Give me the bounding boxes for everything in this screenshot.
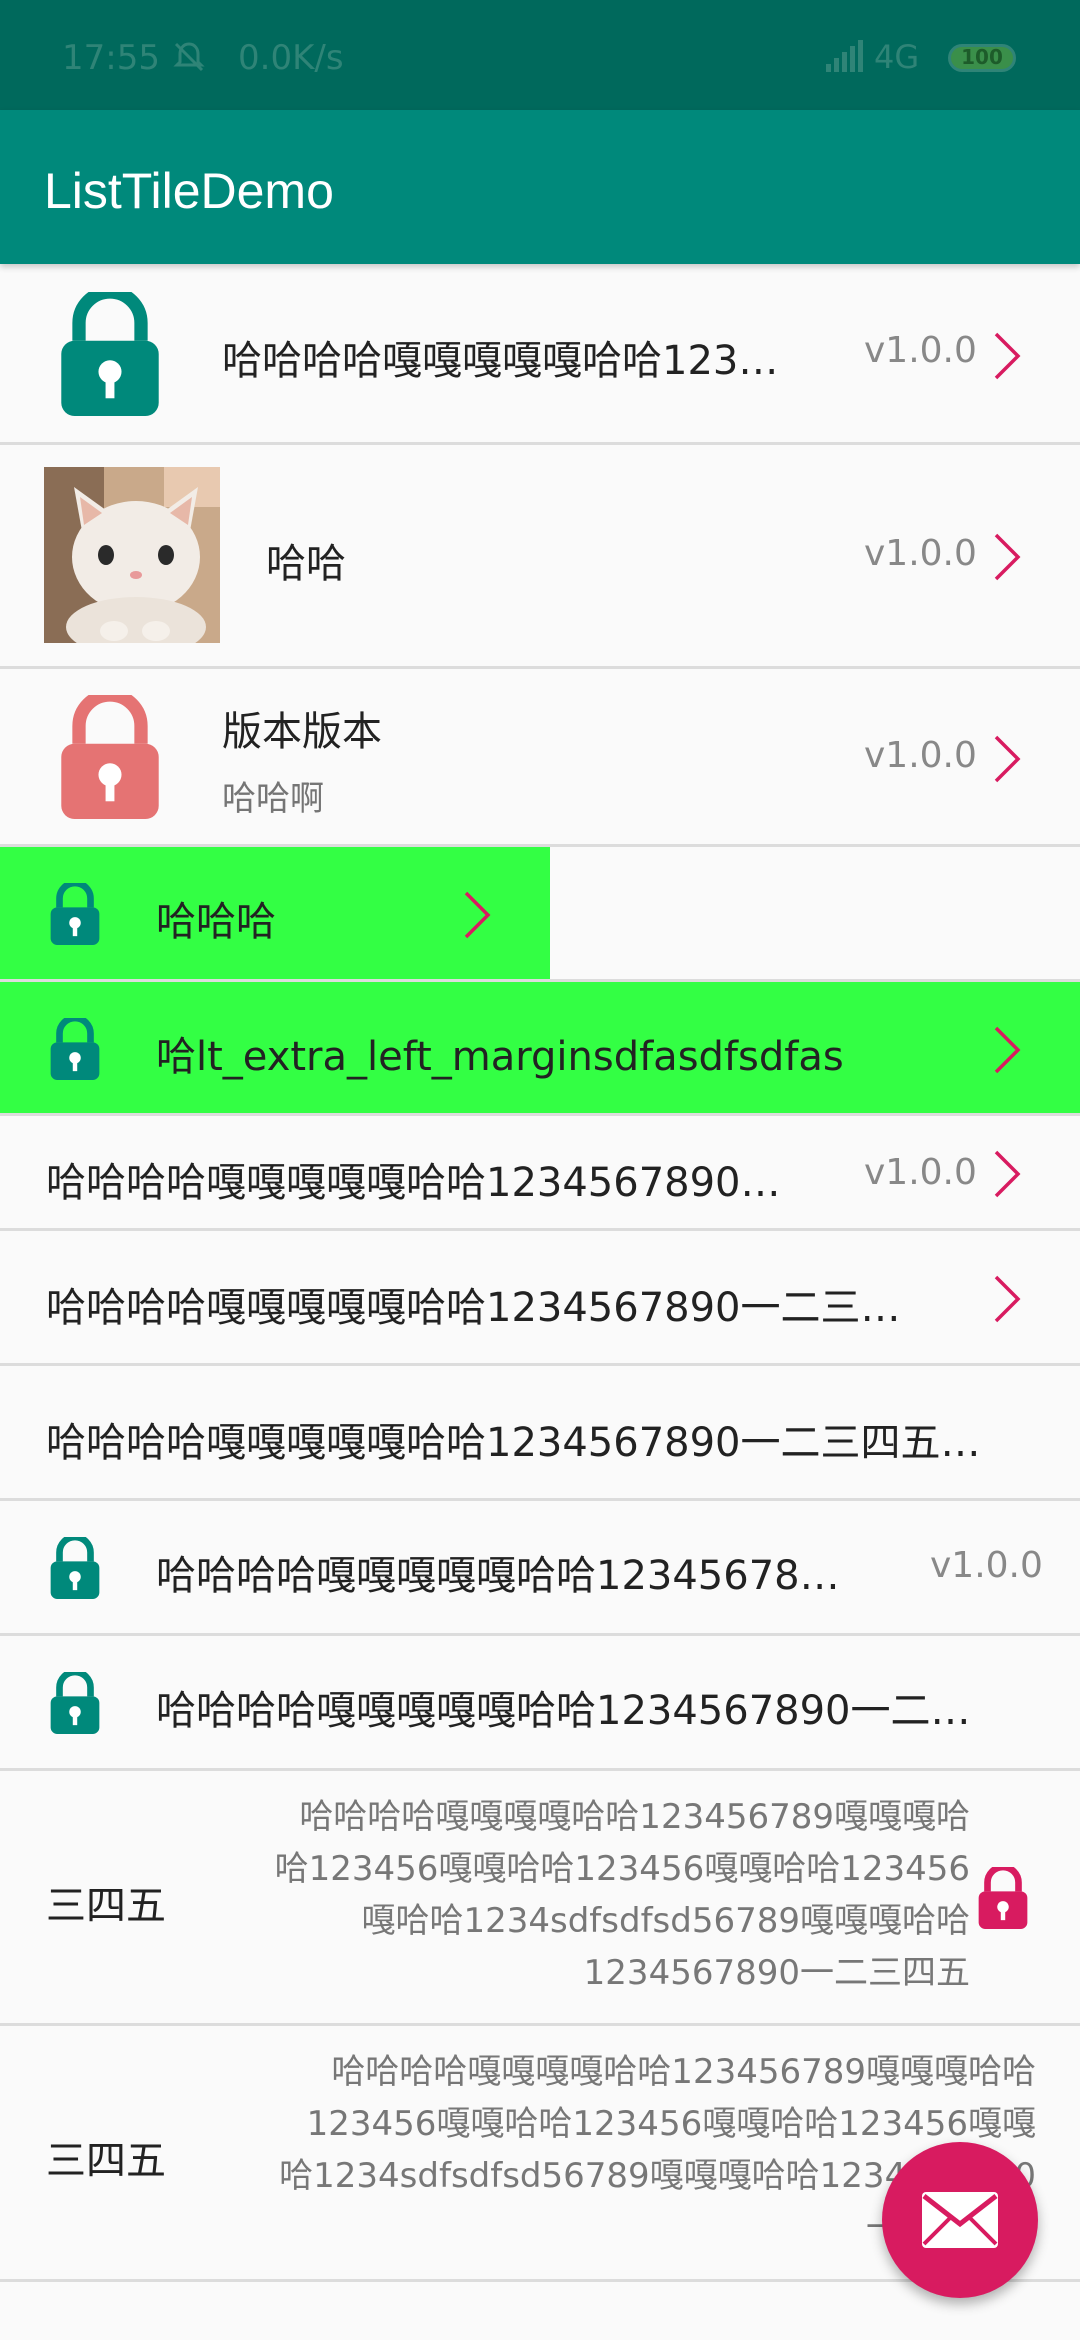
list-tile[interactable]: 哈哈哈哈嘎嘎嘎嘎嘎哈哈1234567890一二三四五… — [0, 1366, 1080, 1501]
kitten-image — [44, 467, 220, 643]
list-tile[interactable]: 哈哈哈 — [0, 847, 1080, 982]
body-line: 1234567890一二三四五 — [583, 1953, 970, 1993]
tile-title: 哈哈哈哈嘎嘎嘎嘎嘎哈哈12345678… — [156, 1553, 840, 1599]
list-tile[interactable]: 版本版本 哈哈啊 v1.0.0 — [0, 669, 1080, 847]
tile-version: v1.0.0 — [864, 735, 977, 776]
body-line: 哈123456嘎嘎哈哈123456嘎嘎哈哈123456 — [274, 1849, 970, 1889]
lock-icon — [50, 1672, 100, 1734]
list-tile[interactable]: 三四五 哈哈哈哈嘎嘎嘎嘎哈哈123456789嘎嘎嘎哈 哈123456嘎嘎哈哈1… — [0, 1771, 1080, 2026]
list-tile[interactable]: 哈哈哈哈嘎嘎嘎嘎嘎哈哈123… v1.0.0 — [0, 264, 1080, 445]
tile-title: 三四五 — [46, 2138, 166, 2184]
chevron-right-icon — [994, 332, 1021, 380]
tile-title: 版本版本 — [222, 709, 382, 755]
lock-icon — [61, 292, 159, 416]
tile-title: 哈哈哈哈嘎嘎嘎嘎嘎哈哈123… — [222, 338, 779, 384]
chevron-right-icon — [994, 735, 1021, 783]
chevron-right-icon — [464, 891, 491, 939]
tile-title: 三四五 — [46, 1883, 166, 1929]
tile-title: 哈哈哈哈嘎嘎嘎嘎嘎哈哈1234567890一二… — [156, 1688, 971, 1734]
mail-icon — [922, 2192, 998, 2248]
tile-version: v1.0.0 — [864, 533, 977, 574]
app-bar: ListTileDemo — [0, 110, 1080, 264]
tile-version: v1.0.0 — [864, 1152, 977, 1193]
lock-icon — [50, 1018, 100, 1080]
list-tile[interactable]: 哈哈哈哈嘎嘎嘎嘎嘎哈哈12345678… v1.0.0 — [0, 1501, 1080, 1636]
body-line: 哈哈哈哈嘎嘎嘎嘎哈哈123456789嘎嘎嘎哈哈 — [331, 2052, 1036, 2092]
battery-level: 100 — [961, 45, 1003, 69]
list-tile[interactable]: 哈lt_extra_left_marginsdfasdfsdfas — [0, 982, 1080, 1116]
battery-icon: 100 — [948, 44, 1016, 72]
body-line: 嘎哈哈1234sdfsdfsd56789嘎嘎嘎哈哈 — [361, 1901, 970, 1941]
notifications-off-icon — [173, 42, 205, 72]
status-speed: 0.0K/s — [238, 38, 344, 78]
list-tile[interactable]: 哈哈哈哈嘎嘎嘎嘎嘎哈哈1234567890一二… — [0, 1636, 1080, 1771]
tile-title: 哈哈哈哈嘎嘎嘎嘎嘎哈哈1234567890一二三… — [46, 1285, 901, 1331]
tile-version: v1.0.0 — [864, 330, 977, 371]
lock-icon — [50, 883, 100, 945]
tile-title: 哈哈 — [266, 541, 346, 587]
app-bar-title: ListTileDemo — [44, 163, 334, 219]
tile-body: 哈哈哈哈嘎嘎嘎嘎哈哈123456789嘎嘎嘎哈 哈123456嘎嘎哈哈12345… — [210, 1791, 970, 1999]
chevron-right-icon — [994, 1026, 1021, 1074]
tile-title: 哈lt_extra_left_marginsdfasdfsdfas — [156, 1034, 844, 1080]
status-network: 4G — [874, 38, 920, 76]
chevron-right-icon — [994, 1275, 1021, 1323]
tile-title: 哈哈哈哈嘎嘎嘎嘎嘎哈哈1234567890一二三四五… — [46, 1420, 981, 1466]
chevron-right-icon — [994, 533, 1021, 581]
body-line: 哈哈哈哈嘎嘎嘎嘎哈哈123456789嘎嘎嘎哈 — [299, 1797, 970, 1837]
list-tile[interactable]: 哈哈哈哈嘎嘎嘎嘎嘎哈哈1234567890一二三… — [0, 1231, 1080, 1366]
body-line: 123456嘎嘎哈哈123456嘎嘎哈哈123456嘎嘎 — [306, 2104, 1036, 2144]
chevron-right-icon — [994, 1150, 1021, 1198]
email-fab-button[interactable] — [882, 2142, 1038, 2298]
lock-icon — [50, 1537, 100, 1599]
status-bar: 17:55 0.0K/s 4G 100 — [0, 0, 1080, 110]
tile-title: 哈哈哈 — [156, 899, 276, 945]
tile-subtitle: 哈哈啊 — [222, 779, 324, 819]
signal-icon — [826, 40, 863, 72]
list-tile[interactable]: 哈哈 v1.0.0 — [0, 445, 1080, 669]
lock-icon — [978, 1867, 1028, 1929]
tile-title: 哈哈哈哈嘎嘎嘎嘎嘎哈哈1234567890… — [46, 1160, 781, 1206]
status-time: 17:55 — [62, 38, 160, 78]
list-tile[interactable]: 哈哈哈哈嘎嘎嘎嘎嘎哈哈1234567890… v1.0.0 — [0, 1116, 1080, 1231]
lock-icon — [61, 695, 159, 819]
tile-version: v1.0.0 — [930, 1545, 1043, 1586]
